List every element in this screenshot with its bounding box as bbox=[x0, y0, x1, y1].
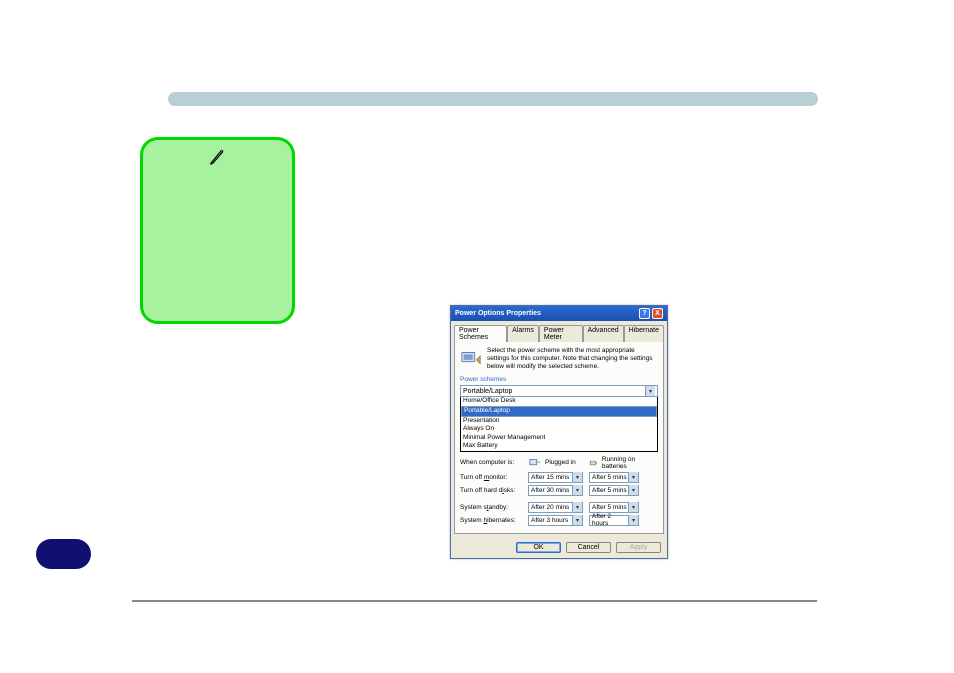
chevron-down-icon: ▾ bbox=[628, 472, 638, 482]
chevron-down-icon: ▾ bbox=[645, 386, 655, 396]
chevron-down-icon: ▾ bbox=[572, 502, 582, 512]
tab-strip: Power Schemes Alarms Power Meter Advance… bbox=[451, 321, 667, 341]
power-scheme-icon bbox=[460, 347, 482, 369]
scheme-listbox[interactable]: Home/Office Desk Portable/Laptop Present… bbox=[460, 397, 658, 451]
tab-advanced[interactable]: Advanced bbox=[583, 325, 624, 342]
apply-button[interactable]: Apply bbox=[616, 542, 661, 553]
close-button[interactable]: X bbox=[652, 308, 663, 319]
dialog-titlebar[interactable]: Power Options Properties ? X bbox=[451, 306, 667, 321]
info-text: Select the power scheme with the most ap… bbox=[487, 347, 658, 370]
turnoff-monitor-battery[interactable]: After 5 mins▾ bbox=[589, 472, 639, 483]
chevron-down-icon: ▾ bbox=[628, 502, 638, 512]
ok-button[interactable]: OK bbox=[516, 542, 561, 553]
scheme-option[interactable]: Max Battery bbox=[461, 442, 657, 450]
plug-icon bbox=[528, 457, 542, 469]
scheme-option[interactable]: Minimal Power Management bbox=[461, 434, 657, 442]
scheme-dropdown-value: Portable/Laptop bbox=[463, 388, 512, 395]
tab-power-meter[interactable]: Power Meter bbox=[539, 325, 583, 342]
pen-icon bbox=[208, 148, 226, 166]
hibernate-plugged[interactable]: After 3 hours▾ bbox=[528, 515, 583, 526]
chevron-down-icon: ▾ bbox=[628, 515, 638, 525]
tab-alarms[interactable]: Alarms bbox=[507, 325, 539, 342]
turnoff-hdd-battery[interactable]: After 5 mins▾ bbox=[589, 485, 639, 496]
cancel-button[interactable]: Cancel bbox=[566, 542, 611, 553]
dialog-title: Power Options Properties bbox=[455, 310, 541, 317]
battery-icon bbox=[589, 457, 599, 469]
footer-rule bbox=[132, 600, 817, 602]
scheme-option[interactable]: Always On bbox=[461, 425, 657, 433]
scheme-dropdown[interactable]: Portable/Laptop ▾ bbox=[460, 385, 658, 397]
power-schemes-label: Power schemes bbox=[460, 376, 658, 383]
tab-power-schemes[interactable]: Power Schemes bbox=[454, 325, 507, 342]
standby-battery[interactable]: After 5 mins▾ bbox=[589, 502, 639, 513]
dialog-footer: OK Cancel Apply bbox=[451, 537, 667, 558]
turnoff-monitor-plugged[interactable]: After 15 mins▾ bbox=[528, 472, 583, 483]
tab-hibernate[interactable]: Hibernate bbox=[624, 325, 664, 342]
setting-label: System hibernates: bbox=[460, 517, 528, 524]
standby-plugged[interactable]: After 20 mins▾ bbox=[528, 502, 583, 513]
chevron-down-icon: ▾ bbox=[628, 485, 638, 495]
chevron-down-icon: ▾ bbox=[572, 485, 582, 495]
setting-label: Turn off hard disks: bbox=[460, 487, 528, 494]
battery-label: Running on batteries bbox=[602, 456, 644, 470]
decorative-top-bar bbox=[168, 92, 818, 106]
help-button[interactable]: ? bbox=[639, 308, 650, 319]
plugged-in-label: Plugged in bbox=[545, 459, 576, 466]
scheme-option-selected[interactable]: Portable/Laptop bbox=[461, 406, 657, 417]
hibernate-battery[interactable]: After 2 hours▾ bbox=[589, 515, 639, 526]
chevron-down-icon: ▾ bbox=[572, 472, 582, 482]
scheme-option[interactable]: Presentation bbox=[461, 417, 657, 425]
setting-label: Turn off monitor: bbox=[460, 474, 528, 481]
dialog-body: Select the power scheme with the most ap… bbox=[454, 341, 664, 534]
when-computer-label: When computer is: bbox=[460, 459, 528, 466]
chevron-down-icon: ▾ bbox=[572, 515, 582, 525]
setting-label: System standby: bbox=[460, 504, 528, 511]
scheme-option[interactable]: Home/Office Desk bbox=[461, 397, 657, 405]
page-marker bbox=[36, 539, 91, 569]
turnoff-hdd-plugged[interactable]: After 30 mins▾ bbox=[528, 485, 583, 496]
power-options-dialog: Power Options Properties ? X Power Schem… bbox=[450, 305, 668, 559]
